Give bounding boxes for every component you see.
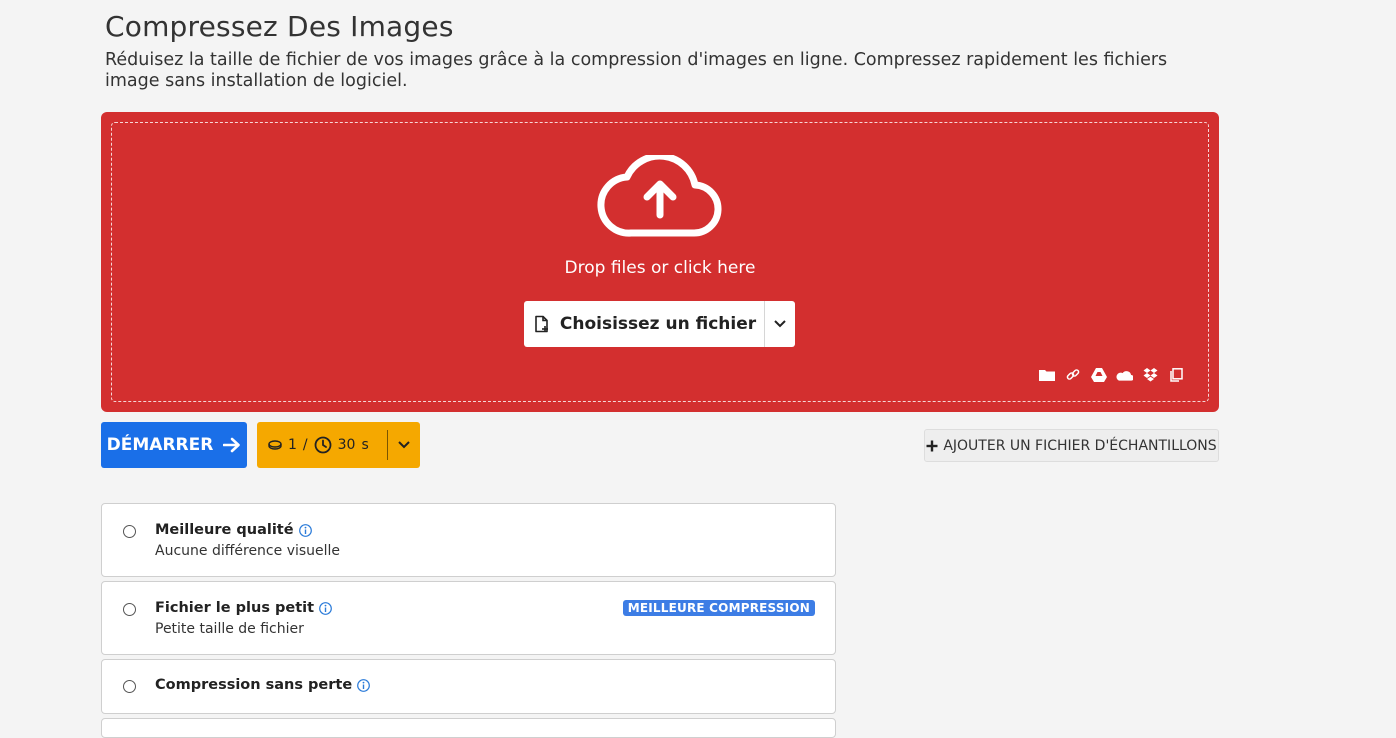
page-title: Compressez Des Images <box>105 10 454 43</box>
plus-icon <box>926 440 938 451</box>
chevron-down-icon <box>774 320 786 328</box>
option-smallest-file[interactable]: Fichier le plus petit Petite taille de f… <box>101 581 836 655</box>
choose-file-group: Choisissez un fichier <box>524 301 795 347</box>
option-desc: Petite taille de fichier <box>155 621 304 637</box>
option-lossless[interactable]: Compression sans perte <box>101 659 836 714</box>
link-icon[interactable] <box>1064 366 1081 383</box>
credits-info: 1 / 30 s <box>257 422 420 468</box>
info-icon[interactable] <box>298 523 312 537</box>
page-subtitle: Réduisez la taille de fichier de vos ima… <box>105 50 1168 91</box>
option-title-wrap: Fichier le plus petit <box>155 600 332 616</box>
option-best-quality[interactable]: Meilleure qualité Aucune différence visu… <box>101 503 836 577</box>
credits-count: 1 <box>288 437 297 453</box>
upload-sources <box>1038 366 1185 383</box>
radio-lossless[interactable] <box>123 680 136 693</box>
arrow-right-icon <box>223 437 241 453</box>
onedrive-icon[interactable] <box>1116 366 1133 383</box>
option-desc: Aucune différence visuelle <box>155 543 341 559</box>
radio-smallest-file[interactable] <box>123 603 136 616</box>
choose-file-label: Choisissez un fichier <box>559 314 757 334</box>
google-drive-icon[interactable] <box>1090 366 1107 383</box>
coin-icon <box>268 440 282 450</box>
dropzone-text: Drop files or click here <box>564 258 756 278</box>
chevron-down-icon <box>398 441 410 449</box>
cloud-upload-icon <box>597 155 722 237</box>
best-compression-badge: MEILLEURE COMPRESSION <box>622 600 815 616</box>
option-title-wrap: Compression sans perte <box>155 677 371 693</box>
option-partial[interactable] <box>101 718 836 738</box>
option-title: Compression sans perte <box>155 677 353 693</box>
choose-file-dropdown[interactable] <box>764 301 795 347</box>
credits-dropdown[interactable] <box>388 441 420 449</box>
clipboard-icon[interactable] <box>1168 366 1185 383</box>
option-title: Fichier le plus petit <box>155 600 315 616</box>
choose-file-button[interactable]: Choisissez un fichier <box>524 301 764 347</box>
info-icon[interactable] <box>319 601 332 615</box>
add-sample-label: AJOUTER UN FICHIER D'ÉCHANTILLONS <box>943 437 1217 454</box>
credits-separator: / <box>302 437 308 453</box>
radio-best-quality[interactable] <box>123 525 136 538</box>
info-icon[interactable] <box>357 678 371 692</box>
start-label: DÉMARRER <box>106 435 214 455</box>
clock-icon <box>314 436 332 454</box>
option-title-wrap: Meilleure qualité <box>155 522 312 538</box>
dropbox-icon[interactable] <box>1142 366 1159 383</box>
file-add-icon <box>535 315 548 333</box>
option-title: Meilleure qualité <box>155 522 294 538</box>
folder-icon[interactable] <box>1038 366 1055 383</box>
start-button[interactable]: DÉMARRER <box>101 422 247 468</box>
time-unit: s <box>361 437 369 453</box>
time-value: 30 <box>337 437 356 453</box>
add-sample-file-button[interactable]: AJOUTER UN FICHIER D'ÉCHANTILLONS <box>924 429 1219 462</box>
